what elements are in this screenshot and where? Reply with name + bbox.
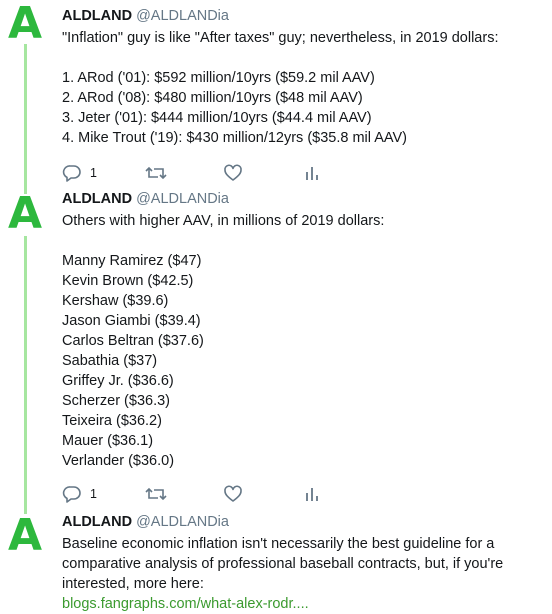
tweet-actions: 1: [62, 163, 362, 183]
reply-count: 1: [90, 166, 97, 180]
reply-icon: [62, 485, 82, 503]
tweet-actions: 1: [62, 484, 362, 504]
thread-line: [24, 236, 27, 514]
avatar[interactable]: A: [8, 192, 42, 236]
reply-count: 1: [90, 487, 97, 501]
reply-icon: [62, 164, 82, 182]
user-handle[interactable]: @ALDLANDia: [136, 191, 229, 207]
tweet-line: "Inflation" guy is like "After taxes" gu…: [62, 30, 499, 46]
avatar[interactable]: A: [8, 514, 42, 558]
retweet-icon: [145, 485, 167, 503]
display-name[interactable]: ALDLAND: [62, 8, 132, 24]
tweet-line: Others with higher AAV, in millions of 2…: [62, 213, 385, 229]
article-link[interactable]: blogs.fangraphs.com/what-alex-rodr....: [62, 594, 548, 614]
tweet-text: "Inflation" guy is like "After taxes" gu…: [62, 28, 548, 148]
tweet-line: Kershaw ($39.6): [62, 293, 169, 309]
like-icon: [223, 485, 243, 503]
tweet-text: Others with higher AAV, in millions of 2…: [62, 211, 548, 471]
tweet-line: 2. ARod ('08): $480 million/10yrs ($48 m…: [62, 90, 363, 106]
tweet-header: ALDLAND @ALDLANDia: [62, 190, 548, 209]
tweet-header: ALDLAND @ALDLANDia: [62, 513, 548, 532]
tweet[interactable]: ALDLAND @ALDLANDia "Inflation" guy is lik…: [62, 7, 548, 182]
reply-button[interactable]: 1: [62, 163, 97, 183]
analytics-button[interactable]: [304, 163, 320, 183]
tweet-line: Carlos Beltran ($37.6): [62, 333, 204, 349]
retweet-icon: [145, 164, 167, 182]
tweet-text: Baseline economic inflation isn't necess…: [62, 534, 548, 614]
tweet-line: 4. Mike Trout ('19): $430 million/12yrs …: [62, 130, 407, 146]
tweet-line: 1. ARod ('01): $592 million/10yrs ($59.2…: [62, 70, 375, 86]
retweet-button[interactable]: [145, 163, 167, 183]
like-icon: [223, 164, 243, 182]
like-button[interactable]: [223, 484, 243, 504]
tweet[interactable]: ALDLAND @ALDLANDia Others with higher AAV…: [62, 190, 548, 503]
tweet-header: ALDLAND @ALDLANDia: [62, 7, 548, 26]
display-name[interactable]: ALDLAND: [62, 191, 132, 207]
reply-button[interactable]: 1: [62, 484, 97, 504]
tweet-line: Mauer ($36.1): [62, 433, 154, 449]
tweet-line: Griffey Jr. ($36.6): [62, 373, 174, 389]
tweet-line: Verlander ($36.0): [62, 453, 175, 469]
tweet-line: Baseline economic inflation isn't necess…: [62, 536, 504, 592]
thread-line: [24, 44, 27, 194]
analytics-icon: [304, 164, 320, 182]
tweet-line: Scherzer ($36.3): [62, 393, 170, 409]
tweet-line: 3. Jeter ('01): $444 million/10yrs ($44.…: [62, 110, 372, 126]
tweet-line: Sabathia ($37): [62, 353, 158, 369]
retweet-button[interactable]: [145, 484, 167, 504]
user-handle[interactable]: @ALDLANDia: [136, 8, 229, 24]
analytics-icon: [304, 485, 320, 503]
avatar[interactable]: A: [8, 2, 42, 46]
tweet-line: Teixeira ($36.2): [62, 413, 162, 429]
tweet-line: Kevin Brown ($42.5): [62, 273, 194, 289]
display-name[interactable]: ALDLAND: [62, 514, 132, 530]
user-handle[interactable]: @ALDLANDia: [136, 514, 229, 530]
tweet-line: Manny Ramirez ($47): [62, 253, 202, 269]
tweet-line: Jason Giambi ($39.4): [62, 313, 201, 329]
analytics-button[interactable]: [304, 484, 320, 504]
like-button[interactable]: [223, 163, 243, 183]
